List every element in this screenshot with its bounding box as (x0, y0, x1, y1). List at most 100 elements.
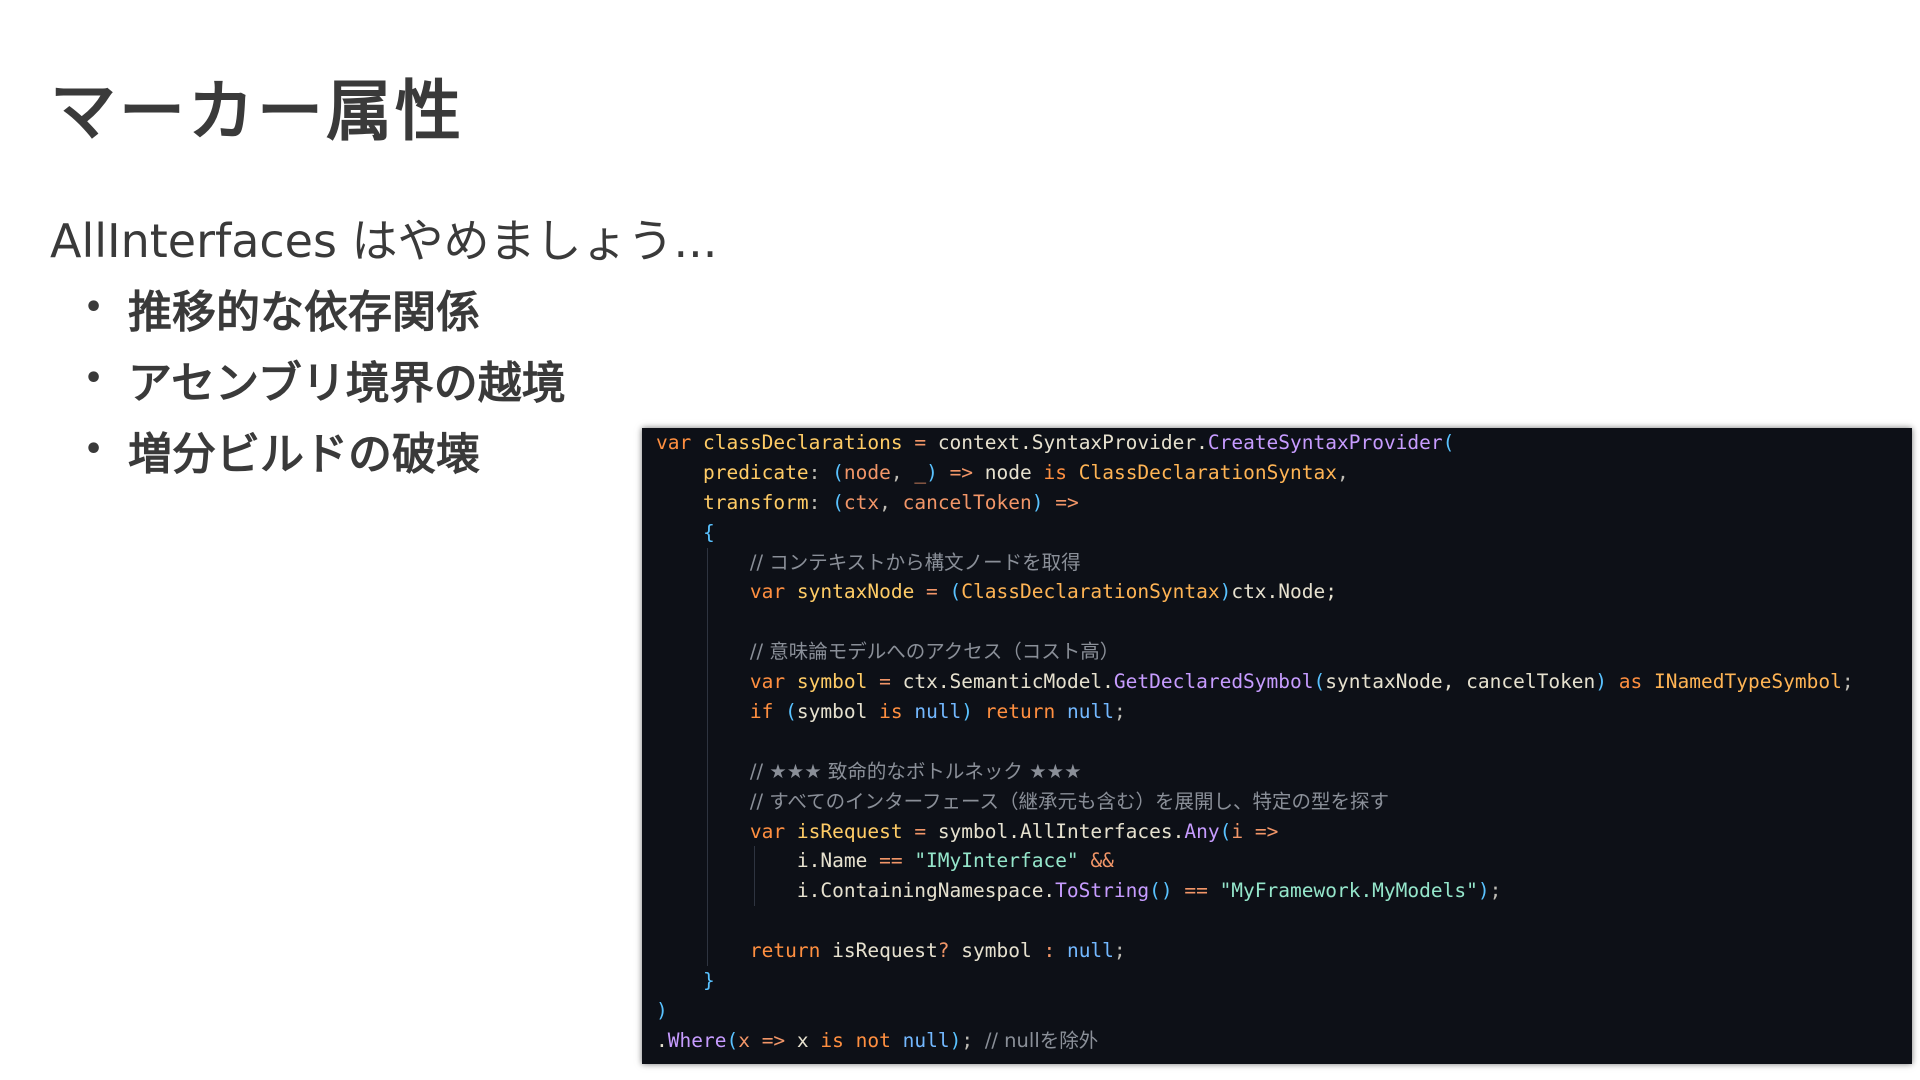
code-token: if (749, 700, 774, 724)
code-token: => (937, 460, 985, 484)
code-line: var classDeclarations = context.SyntaxPr… (656, 428, 1854, 458)
code-line (656, 906, 1854, 937)
code-token: ) (1219, 580, 1232, 604)
indent-guide (706, 607, 708, 638)
code-token: x (796, 1028, 821, 1052)
bullet-item-assembly-boundary: • アセンブリ境界の越境 (84, 343, 566, 414)
code-token: ( (1219, 819, 1232, 843)
code-token: Where (667, 1028, 727, 1052)
code-token: ) (656, 998, 668, 1022)
code-token: as (1618, 670, 1643, 694)
code-comment: // nullを除外 (984, 1028, 1099, 1052)
code-line: var syntaxNode = (ClassDeclarationSyntax… (656, 577, 1854, 608)
code-line: var symbol = ctx.SemanticModel.GetDeclar… (656, 667, 1854, 698)
code-token: ( (785, 700, 797, 724)
code-line: } (656, 966, 1854, 996)
code-token: symbol.AllInterfaces. (937, 819, 1185, 843)
indent-guide (706, 547, 708, 578)
indent-guide (706, 906, 708, 937)
indent-guide (753, 876, 755, 907)
code-token: ; (1489, 879, 1502, 903)
bullet-dot-icon: • (84, 361, 104, 396)
indent-guide (706, 577, 708, 608)
bullet-item-incremental-build: • 増分ビルドの破壊 (84, 414, 566, 485)
code-token: , (1337, 460, 1349, 484)
code-token: ctx.SemanticModel. (902, 670, 1114, 694)
code-token: not (855, 1028, 891, 1052)
code-token: null (902, 1028, 950, 1052)
code-line: .Where(x => x is not null); // nullを除外 (656, 1026, 1854, 1056)
code-token: ) (1477, 879, 1490, 903)
code-token: ) (949, 1028, 962, 1052)
indent-guide (706, 846, 708, 877)
indent-guide (706, 936, 708, 967)
code-token: ; (1113, 700, 1126, 724)
code-line: predicate: (node, _) => node is ClassDec… (656, 458, 1854, 488)
code-comment: // すべてのインターフェース（継承元も含む）を展開し、特定の型を探す (749, 789, 1389, 813)
code-token: { (702, 520, 715, 544)
code-token: : (1043, 939, 1056, 963)
code-token: i (1231, 819, 1244, 843)
code-token: ( (832, 460, 844, 484)
code-token: node (843, 460, 891, 484)
code-token: is (1043, 460, 1067, 484)
code-token: ToString (1055, 879, 1150, 903)
slide-subtitle: AllInterfaces はやめましょう... (50, 214, 718, 268)
code-line: ) (656, 996, 1854, 1026)
indent-guide (706, 876, 708, 907)
code-token: == (1184, 879, 1208, 903)
code-token: => (1243, 819, 1279, 843)
code-token: . (656, 1028, 668, 1052)
code-line (656, 726, 1854, 757)
code-screenshot: var classDeclarations = context.SyntaxPr… (642, 428, 1912, 1064)
bullet-text: 推移的な依存関係 (128, 286, 480, 338)
code-token: ) (1031, 490, 1044, 514)
code-token: is (879, 700, 903, 724)
code-token: _ (914, 460, 927, 484)
code-token: is (820, 1028, 844, 1052)
code-token: ( (832, 490, 844, 514)
indent-guide (706, 697, 708, 727)
code-token: predicate (702, 460, 809, 484)
bullet-item-transitive-dependencies: • 推移的な依存関係 (84, 272, 566, 343)
indent-guide (753, 846, 755, 877)
code-comment: // コンテキストから構文ノードを取得 (749, 550, 1081, 574)
code-token: INamedTypeSymbol (1654, 670, 1842, 694)
code-line: return isRequest? symbol : null; (656, 936, 1854, 967)
indent-guide (706, 756, 708, 787)
code-token: "MyFramework.MyModels" (1219, 879, 1478, 903)
code-token: ; (961, 1028, 974, 1052)
code-token: ctx (843, 490, 880, 514)
code-token: Any (1184, 819, 1220, 843)
indent-guide (706, 786, 708, 817)
slide-title: マーカー属性 (50, 73, 464, 150)
code-token: } (702, 969, 715, 993)
bullet-list: • 推移的な依存関係 • アセンブリ境界の越境 • 増分ビルドの破壊 (84, 272, 566, 485)
code-token: var (749, 819, 786, 843)
code-token: = (902, 819, 938, 843)
code-token: null (1067, 700, 1114, 724)
